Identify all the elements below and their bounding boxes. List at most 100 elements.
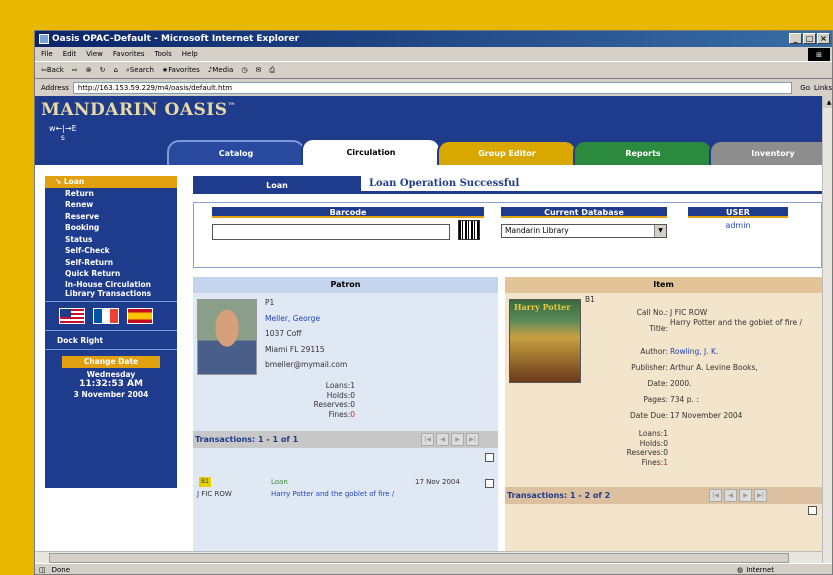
prev-page-icon[interactable]: ◀ bbox=[724, 489, 737, 502]
brand-logo: MANDARIN OASIS™ bbox=[41, 100, 236, 120]
vertical-scrollbar[interactable]: ▲ bbox=[822, 96, 832, 563]
address-input[interactable]: http://163.153.59.229/m4/oasis/default.h… bbox=[72, 81, 793, 94]
item-transactions-label: Transactions: 1 - 2 of 2 bbox=[507, 491, 611, 500]
date-due-value: 17 November 2004 bbox=[670, 411, 743, 420]
patron-reserves: Reserves:0 bbox=[313, 400, 355, 409]
sidebar-item-reserve[interactable]: Reserve bbox=[45, 211, 177, 223]
print-button[interactable]: ⎙ bbox=[269, 66, 275, 75]
close-button[interactable]: × bbox=[817, 33, 830, 44]
menu-view[interactable]: View bbox=[86, 50, 103, 58]
status-text: Done bbox=[51, 566, 71, 574]
item-fines-value: 1 bbox=[663, 457, 668, 467]
menu-tools[interactable]: Tools bbox=[155, 50, 172, 58]
menu-edit[interactable]: Edit bbox=[63, 50, 77, 58]
title-bar: Oasis OPAC-Default - Microsoft Internet … bbox=[35, 31, 832, 47]
tab-group-editor[interactable]: Group Editor bbox=[437, 140, 577, 165]
stop-button[interactable]: ⊗ bbox=[86, 66, 92, 74]
sidebar-item-return[interactable]: Return bbox=[45, 188, 177, 200]
item-counts: Loans:1 Holds:0 Reserves:0 Fines:1 bbox=[583, 429, 668, 467]
horizontal-scrollbar[interactable] bbox=[35, 551, 822, 563]
search-button[interactable]: ⌕Search bbox=[126, 66, 154, 75]
patron-fines-label: Fines: bbox=[328, 409, 351, 419]
patron-holds: Holds:0 bbox=[326, 390, 355, 400]
compass-top: w←|→E bbox=[49, 124, 77, 133]
patron-header: Patron bbox=[193, 277, 498, 293]
date-panel: Change Date Wednesday 11:32:53 AM 3 Nove… bbox=[45, 350, 177, 399]
back-button[interactable]: ⇦Back bbox=[41, 66, 64, 74]
patron-photo bbox=[197, 299, 257, 375]
tab-reports[interactable]: Reports bbox=[573, 140, 713, 165]
item-fines: Fines:1 bbox=[583, 458, 668, 468]
last-page-icon[interactable]: ▶| bbox=[754, 489, 767, 502]
sidebar-item-status[interactable]: Status bbox=[45, 234, 177, 246]
first-page-icon[interactable]: |◀ bbox=[421, 433, 434, 446]
main-panel: Loan Loan Operation Successful Barcode C… bbox=[193, 176, 822, 551]
brand-name: MANDARIN OASIS bbox=[41, 100, 228, 120]
clock-time: 11:32:53 AM bbox=[79, 378, 143, 389]
menu-favorites[interactable]: Favorites bbox=[113, 50, 145, 58]
item-fines-label: Fines: bbox=[641, 457, 664, 467]
module-tabs: Catalog Circulation Group Editor Reports… bbox=[167, 138, 822, 165]
media-button[interactable]: ♪Media bbox=[208, 66, 234, 74]
user-value[interactable]: admin bbox=[688, 221, 788, 230]
menu-help[interactable]: Help bbox=[182, 50, 198, 58]
row-checkbox[interactable] bbox=[485, 479, 494, 488]
title-label: Title: bbox=[649, 324, 668, 333]
scrollbar-thumb[interactable] bbox=[49, 553, 789, 563]
french-flag-icon[interactable] bbox=[93, 307, 119, 324]
publisher-value: Arthur A. Levine Books, bbox=[670, 363, 758, 372]
select-all-checkbox[interactable] bbox=[485, 453, 494, 462]
mail-button[interactable]: ✉ bbox=[255, 66, 261, 74]
patron-address1: 1037 Coff bbox=[265, 329, 302, 338]
refresh-button[interactable]: ↻ bbox=[100, 66, 106, 74]
tab-inventory[interactable]: Inventory bbox=[709, 140, 822, 165]
page-content: MANDARIN OASIS™ w←|→E s Catalog Circulati… bbox=[35, 96, 822, 563]
tab-catalog[interactable]: Catalog bbox=[167, 140, 305, 165]
brand-tm: ™ bbox=[227, 100, 237, 111]
window-title: Oasis OPAC-Default - Microsoft Internet … bbox=[52, 34, 300, 44]
barcode-input[interactable] bbox=[212, 224, 450, 240]
database-value: Mandarin Library bbox=[505, 226, 569, 235]
ie-icon bbox=[39, 34, 49, 44]
next-page-icon[interactable]: ▶ bbox=[739, 489, 752, 502]
sidebar-item-loan[interactable]: ↘ Loan bbox=[45, 176, 177, 188]
sidebar-item-renew[interactable]: Renew bbox=[45, 199, 177, 211]
toolbar: ⇦Back ⇨ ⊗ ↻ ⌂ ⌕Search ★Favorites ♪Media … bbox=[35, 61, 832, 79]
home-button[interactable]: ⌂ bbox=[113, 66, 117, 74]
maximize-button[interactable]: □ bbox=[803, 33, 816, 44]
sidebar-item-self-return[interactable]: Self-Return bbox=[45, 257, 177, 269]
publisher-label: Publisher: bbox=[631, 363, 668, 372]
change-date-button[interactable]: Change Date bbox=[62, 355, 160, 368]
dock-right-button[interactable]: Dock Right bbox=[45, 331, 177, 350]
history-button[interactable]: ◷ bbox=[241, 66, 247, 74]
last-page-icon[interactable]: ▶| bbox=[466, 433, 479, 446]
next-page-icon[interactable]: ▶ bbox=[451, 433, 464, 446]
app-header: MANDARIN OASIS™ w←|→E s Catalog Circulati… bbox=[35, 96, 822, 165]
prev-page-icon[interactable]: ◀ bbox=[436, 433, 449, 446]
minimize-button[interactable]: _ bbox=[789, 33, 802, 44]
links-button[interactable]: Links bbox=[814, 84, 832, 92]
spanish-flag-icon[interactable] bbox=[127, 307, 153, 324]
database-select[interactable]: Mandarin Library ▼ bbox=[501, 224, 667, 238]
us-flag-icon[interactable] bbox=[59, 307, 85, 324]
scroll-up-icon[interactable]: ▲ bbox=[823, 96, 832, 108]
sidebar-item-booking[interactable]: Booking bbox=[45, 222, 177, 234]
sidebar-item-quick-return[interactable]: Quick Return bbox=[45, 268, 177, 280]
sidebar-item-in-house-circulation[interactable]: In-House Circulation bbox=[45, 280, 177, 289]
loan-header: Loan Loan Operation Successful bbox=[193, 176, 822, 194]
select-all-checkbox[interactable] bbox=[808, 506, 817, 515]
sidebar-item-self-check[interactable]: Self-Check bbox=[45, 245, 177, 257]
row-date: 17 Nov 2004 bbox=[415, 478, 460, 486]
tab-circulation[interactable]: Circulation bbox=[301, 138, 441, 165]
patron-name-link[interactable]: Meller, George bbox=[265, 311, 347, 327]
first-page-icon[interactable]: |◀ bbox=[709, 489, 722, 502]
barcode-icon[interactable] bbox=[458, 220, 480, 240]
item-id: B1 bbox=[585, 295, 595, 304]
go-button[interactable]: Go bbox=[800, 84, 810, 92]
favorites-button[interactable]: ★Favorites bbox=[162, 66, 200, 74]
author-link[interactable]: Rowling, J. K. bbox=[670, 347, 718, 356]
language-flags bbox=[45, 300, 177, 331]
menu-file[interactable]: File bbox=[41, 50, 53, 58]
forward-button[interactable]: ⇨ bbox=[72, 66, 78, 74]
sidebar-item-library-transactions[interactable]: Library Transactions bbox=[45, 289, 177, 298]
